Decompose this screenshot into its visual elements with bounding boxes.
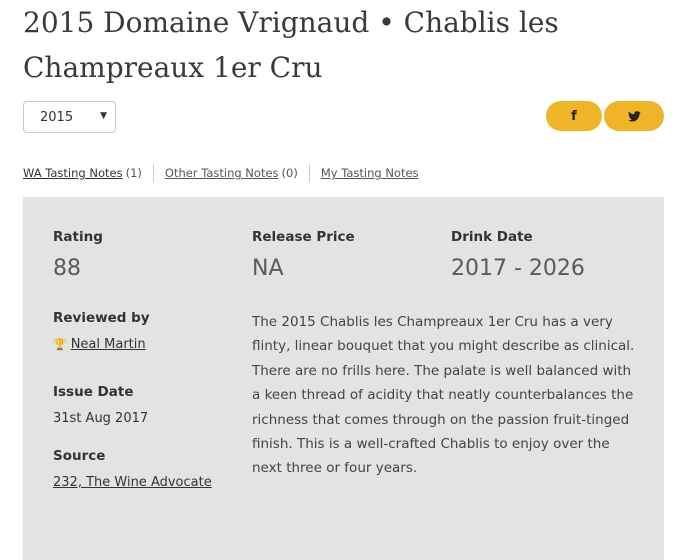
- tab-wa-tasting-notes[interactable]: WA Tasting Notes (1): [23, 166, 142, 180]
- tab-my-tasting-notes[interactable]: My Tasting Notes: [321, 166, 419, 180]
- facebook-icon: f: [571, 108, 577, 124]
- page-title: 2015 Domaine Vrignaud • Chablis les Cham…: [23, 6, 559, 84]
- twitter-icon: [627, 110, 641, 121]
- reviewer: 🏆 Neal Martin: [53, 337, 146, 352]
- facebook-share-button[interactable]: f: [546, 101, 602, 131]
- tab-divider: [152, 164, 154, 182]
- tab-label: WA Tasting Notes: [23, 166, 123, 180]
- tab-other-tasting-notes[interactable]: Other Tasting Notes (0): [165, 166, 298, 180]
- tab-divider: [308, 164, 310, 182]
- reviewer-link[interactable]: Neal Martin: [71, 337, 146, 352]
- tab-label: Other Tasting Notes: [164, 166, 279, 180]
- tasting-note-card: Rating 88 Release Price NA Drink Date 20…: [23, 197, 664, 560]
- issue-date-value: 31st Aug 2017: [53, 411, 149, 426]
- release-price-value: NA: [252, 256, 284, 281]
- twitter-share-button[interactable]: [604, 101, 664, 131]
- release-price-label: Release Price: [252, 229, 355, 245]
- trophy-icon: 🏆: [53, 338, 67, 351]
- issue-date-label: Issue Date: [53, 384, 134, 400]
- review-text: The 2015 Chablis les Champreaux 1er Cru …: [252, 314, 635, 477]
- chevron-down-icon: ▼: [100, 111, 107, 121]
- rating-label: Rating: [53, 229, 103, 245]
- drink-date-value: 2017 - 2026: [451, 256, 585, 281]
- tasting-notes-tabs: WA Tasting Notes (1) Other Tasting Notes…: [23, 164, 419, 182]
- vintage-select[interactable]: 2015 ▼: [23, 101, 116, 133]
- drink-date-label: Drink Date: [451, 229, 533, 245]
- reviewed-by-label: Reviewed by: [53, 310, 150, 326]
- source-link[interactable]: 232, The Wine Advocate: [53, 475, 212, 490]
- source-label: Source: [53, 448, 106, 464]
- tab-label: My Tasting Notes: [320, 166, 419, 180]
- rating-value: 88: [53, 256, 81, 281]
- tab-count: (0): [281, 166, 298, 180]
- vintage-select-value: 2015: [40, 110, 74, 125]
- tab-count: (1): [125, 166, 142, 180]
